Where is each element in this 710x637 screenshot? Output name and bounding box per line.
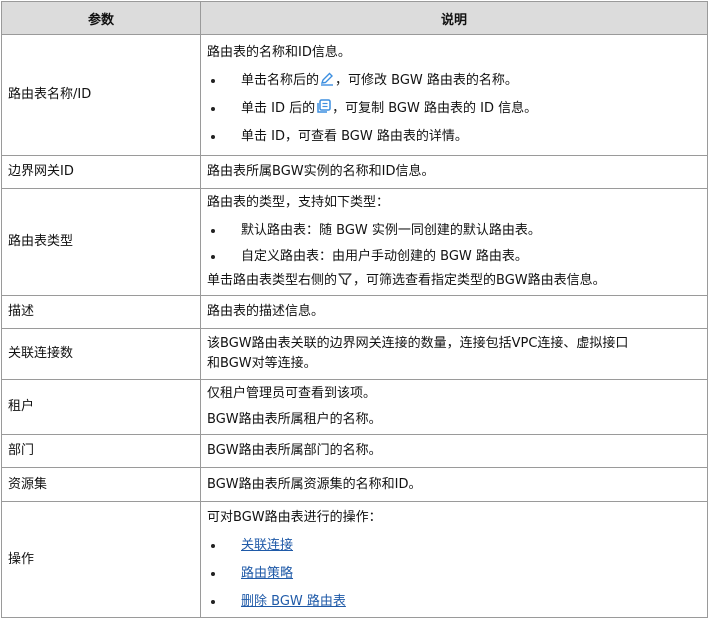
desc-resource-set: BGW路由表所属资源集的名称和ID。 — [200, 467, 708, 502]
link-route-policy[interactable]: 路由策略 — [241, 566, 293, 581]
note-text: 单击路由表类型右侧的 — [207, 273, 338, 288]
table-header-row: 参数 说明 — [1, 1, 708, 35]
list-item: 删除 BGW 路由表 — [207, 592, 701, 612]
bullet-list: 单击名称后的 ，可修改 BGW 路由表的名称。 单击 ID 后的 ，可复制 BGW … — [207, 71, 701, 147]
desc-intro: 路由表的类型，支持如下类型： — [207, 195, 390, 210]
table-row: 边界网关ID 路由表所属BGW实例的名称和ID信息。 — [1, 155, 708, 189]
list-item: 路由策略 — [207, 564, 701, 584]
param-operation: 操作 — [1, 501, 201, 618]
link-associate-connection[interactable]: 关联连接 — [241, 538, 293, 553]
table-row: 资源集 BGW路由表所属资源集的名称和ID。 — [1, 467, 708, 502]
desc-note: 单击路由表类型右侧的 ，可筛选查看指定类型的BGW路由表信息。 — [207, 271, 701, 291]
header-desc: 说明 — [200, 1, 708, 35]
list-item: 关联连接 — [207, 536, 701, 556]
desc-name-id: 路由表的名称和ID信息。 单击名称后的 ，可修改 BGW 路由表的名称。 单击 I… — [200, 34, 708, 156]
list-item: 自定义路由表：由用户手动创建的 BGW 路由表。 — [207, 247, 701, 267]
link-delete-route-table[interactable]: 删除 BGW 路由表 — [241, 594, 346, 609]
param-connections: 关联连接数 — [1, 328, 201, 380]
copy-icon[interactable] — [316, 99, 331, 114]
desc-tenant: 仅租户管理员可查看到该项。 BGW路由表所属租户的名称。 — [200, 379, 708, 435]
table-row: 租户 仅租户管理员可查看到该项。 BGW路由表所属租户的名称。 — [1, 379, 708, 435]
param-gateway: 边界网关ID — [1, 155, 201, 189]
param-resource-set: 资源集 — [1, 467, 201, 502]
desc-line: 该BGW路由表关联的边界网关连接的数量，连接包括VPC连接、虚拟接口 — [207, 336, 629, 351]
edit-icon[interactable] — [320, 72, 334, 86]
header-param: 参数 — [1, 1, 201, 35]
note-text: ，可筛选查看指定类型的BGW路由表信息。 — [353, 273, 606, 288]
table-row: 描述 路由表的描述信息。 — [1, 295, 708, 329]
param-type: 路由表类型 — [1, 188, 201, 296]
desc-description: 路由表的描述信息。 — [200, 295, 708, 329]
desc-line: BGW路由表所属租户的名称。 — [207, 412, 382, 427]
table-row: 关联连接数 该BGW路由表关联的边界网关连接的数量，连接包括VPC连接、虚拟接口… — [1, 328, 708, 380]
bullet-list: 默认路由表：随 BGW 实例一同创建的默认路由表。 自定义路由表：由用户手动创建… — [207, 221, 701, 267]
desc-operation: 可对BGW路由表进行的操作： 关联连接 路由策略 删除 BGW 路由表 — [200, 501, 708, 618]
desc-gateway: 路由表所属BGW实例的名称和ID信息。 — [200, 155, 708, 189]
bullet-text: 单击名称后的 — [241, 73, 320, 88]
desc-line: 仅租户管理员可查看到该项。 — [207, 386, 377, 401]
table-row: 路由表名称/ID 路由表的名称和ID信息。 单击名称后的 ，可修改 BGW 路由表… — [1, 34, 708, 156]
param-tenant: 租户 — [1, 379, 201, 435]
desc-type: 路由表的类型，支持如下类型： 默认路由表：随 BGW 实例一同创建的默认路由表。… — [200, 188, 708, 296]
list-item: 默认路由表：随 BGW 实例一同创建的默认路由表。 — [207, 221, 701, 241]
desc-intro: 路由表的名称和ID信息。 — [207, 45, 351, 60]
param-department: 部门 — [1, 434, 201, 468]
parameter-table: 参数 说明 路由表名称/ID 路由表的名称和ID信息。 单击名称后的 ，可修改 B… — [1, 1, 708, 618]
bullet-text: 单击 ID 后的 — [241, 101, 316, 116]
list-item: 单击 ID 后的 ，可复制 BGW 路由表的 ID 信息。 — [207, 99, 701, 119]
bullet-text: ，可修改 BGW 路由表的名称。 — [335, 73, 518, 88]
table-row: 操作 可对BGW路由表进行的操作： 关联连接 路由策略 删除 BGW 路由表 — [1, 501, 708, 618]
desc-connections: 该BGW路由表关联的边界网关连接的数量，连接包括VPC连接、虚拟接口 和BGW对… — [200, 328, 708, 380]
param-description: 描述 — [1, 295, 201, 329]
desc-intro: 可对BGW路由表进行的操作： — [207, 509, 382, 525]
bullet-list: 关联连接 路由策略 删除 BGW 路由表 — [207, 536, 701, 612]
bullet-text: ，可复制 BGW 路由表的 ID 信息。 — [332, 101, 538, 116]
list-item: 单击名称后的 ，可修改 BGW 路由表的名称。 — [207, 71, 701, 91]
param-name-id: 路由表名称/ID — [1, 34, 201, 156]
list-item: 单击 ID，可查看 BGW 路由表的详情。 — [207, 127, 701, 147]
filter-icon[interactable] — [338, 272, 352, 286]
table-row: 部门 BGW路由表所属部门的名称。 — [1, 434, 708, 468]
desc-department: BGW路由表所属部门的名称。 — [200, 434, 708, 468]
table-row: 路由表类型 路由表的类型，支持如下类型： 默认路由表：随 BGW 实例一同创建的… — [1, 188, 708, 296]
desc-line: 和BGW对等连接。 — [207, 356, 317, 371]
